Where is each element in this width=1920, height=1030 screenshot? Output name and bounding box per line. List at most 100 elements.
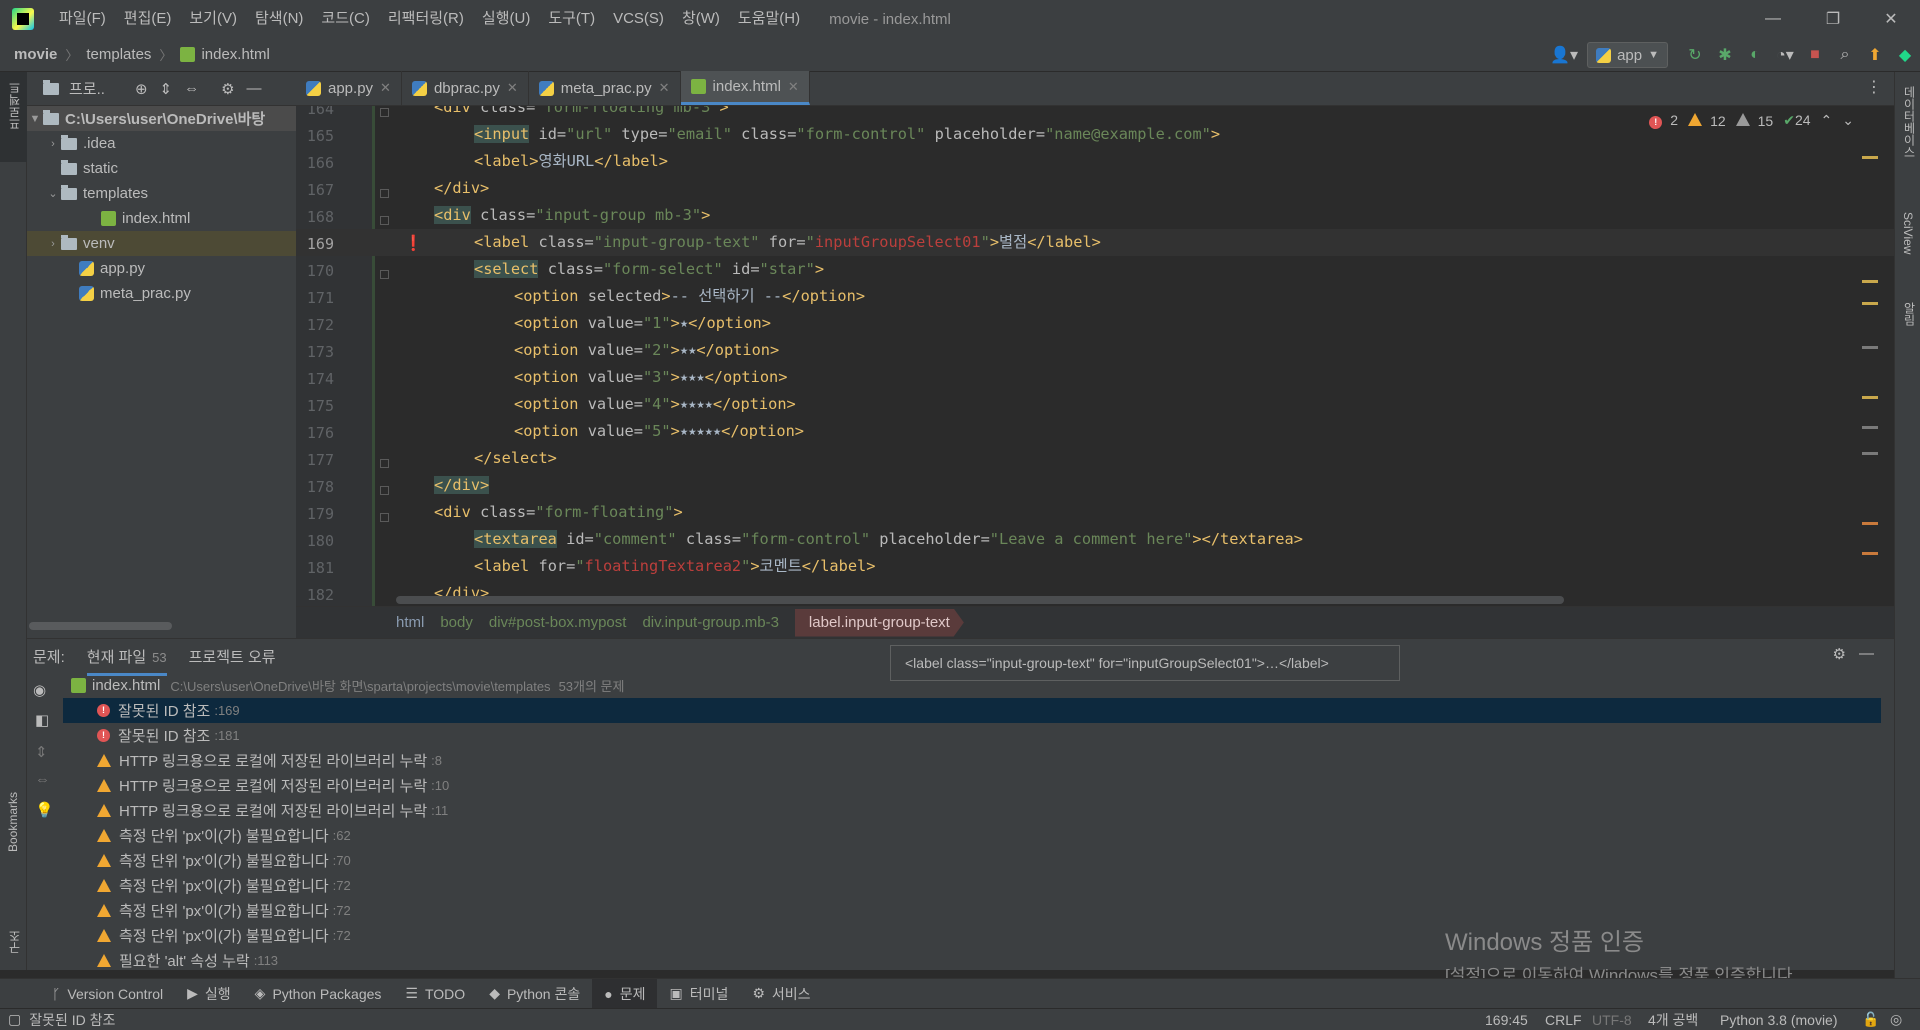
tool-run[interactable]: ▶ 실행 [175,979,243,1009]
menu-navigate[interactable]: 탐색(N) [246,0,312,38]
fold-marker-icon[interactable] [380,216,389,225]
menu-vcs[interactable]: VCS(S) [604,0,673,38]
problem-item[interactable]: 필요한 'alt' 속성 누락:113 [63,948,278,973]
tab-meta-prac-py[interactable]: meta_prac.py ✕ [529,71,681,105]
fold-marker-icon[interactable] [380,459,389,468]
eye-icon[interactable]: ◉ [33,681,46,699]
stripe-mark[interactable] [1862,396,1878,399]
stripe-mark[interactable] [1862,280,1878,283]
tree-item-app-py[interactable]: app.py [27,256,296,281]
close-icon[interactable]: ✕ [507,80,518,96]
preview-icon[interactable]: ◧ [35,711,49,729]
stripe-mark[interactable] [1862,302,1878,305]
profile-icon[interactable]: ◔▾ [1770,38,1800,72]
tree-item-static[interactable]: static [27,156,296,181]
stripe-mark[interactable] [1862,552,1878,555]
coverage-icon[interactable]: ◐ [1740,38,1770,72]
problem-item[interactable]: HTTP 링크용으로 로컬에 저장된 라이브러리 누락:10 [63,773,449,798]
problem-item[interactable]: 측정 단위 'px'이(가) 불필요합니다:62 [63,823,351,848]
tool-todo[interactable]: ☰ TODO [393,979,477,1009]
breadcrumb-label[interactable]: label.input-group-text [794,608,964,637]
stripe-mark[interactable] [1862,452,1878,455]
stripe-mark[interactable] [1862,522,1878,525]
tab-app-py[interactable]: app.py ✕ [296,71,402,105]
debug-icon[interactable]: ✱ [1710,38,1740,72]
bookmarks-tool-label[interactable]: Bookmarks [6,792,20,852]
file-encoding[interactable]: UTF-8 [1592,1012,1632,1028]
user-icon[interactable]: 👤▾ [1549,38,1579,72]
problem-item[interactable]: 측정 단위 'px'이(가) 불필요합니다:72 [63,873,351,898]
nav-file[interactable]: index.html [201,46,269,63]
close-window-button[interactable]: ✕ [1862,0,1920,38]
menu-code[interactable]: 코드(C) [312,0,378,38]
tab-project-errors[interactable]: 프로젝트 오류 [189,646,276,667]
update-icon[interactable]: ⬆ [1860,38,1890,72]
menu-tools[interactable]: 도구(T) [539,0,604,38]
tool-problems[interactable]: ● 문제 [592,978,658,1009]
fold-marker-icon[interactable] [380,486,389,495]
run-config-select[interactable]: app ▼ [1587,42,1668,68]
expand-all-icon[interactable]: ⇕ [35,743,48,761]
stripe-mark[interactable] [1862,426,1878,429]
tree-item-venv[interactable]: › venv [27,231,296,256]
nav-folder[interactable]: templates [86,46,151,63]
sciview-tool-label[interactable]: SciView [1901,212,1915,254]
menu-refactor[interactable]: 리팩터링(R) [379,0,473,38]
search-icon[interactable]: ⌕ [1830,38,1860,72]
jetbrains-icon[interactable]: ◆ [1890,38,1920,72]
tree-item-index-html[interactable]: index.html [27,206,296,231]
python-interpreter[interactable]: Python 3.8 (movie) [1720,1012,1838,1028]
lightbulb-icon[interactable]: 💡 [35,801,54,819]
chevron-down-icon[interactable]: ⌄ [1842,112,1854,129]
problem-item[interactable]: 측정 단위 'px'이(가) 불필요합니다:72 [63,923,351,948]
project-scrollbar[interactable] [29,622,172,630]
restore-button[interactable]: ❐ [1804,0,1862,38]
problem-item[interactable]: HTTP 링크용으로 로컬에 저장된 라이브러리 누락:11 [63,798,448,823]
hide-panel-icon[interactable]: — [247,80,262,97]
breadcrumb-body[interactable]: body [440,614,473,631]
gear-icon[interactable]: ⚙ [221,80,234,98]
problem-item[interactable]: 측정 단위 'px'이(가) 불필요합니다:70 [63,848,351,873]
tab-dbprac-py[interactable]: dbprac.py ✕ [402,71,529,105]
tab-current-file[interactable]: 현재 파일 53 [86,637,167,676]
menu-help[interactable]: 도움말(H) [729,0,809,38]
line-separator[interactable]: CRLF [1545,1012,1582,1028]
collapse-all-icon[interactable]: ⇔ [184,80,199,97]
stripe-mark[interactable] [1862,346,1878,349]
minimize-button[interactable]: — [1744,0,1802,38]
tool-terminal[interactable]: ▣ 터미널 [657,979,740,1009]
menu-view[interactable]: 보기(V) [180,0,246,38]
tree-item-templates[interactable]: ⌄ templates [27,181,296,206]
menu-run[interactable]: 실행(U) [473,0,539,38]
collapse-all-icon[interactable]: ⇔ [35,771,50,788]
error-gutter-icon[interactable]: ❗ [404,234,423,252]
tree-item-meta-prac-py[interactable]: meta_prac.py [27,281,296,306]
locate-icon[interactable]: ⊕ [135,80,148,98]
breadcrumb-div-input-group[interactable]: div.input-group.mb-3 [642,614,778,631]
close-icon[interactable]: ✕ [788,79,799,95]
expand-all-icon[interactable]: ⇕ [160,80,173,98]
problems-file-row[interactable]: index.html C:\Users\user\OneDrive\바탕 화면\… [71,673,624,698]
inspection-icon[interactable]: ◎ [1890,1011,1902,1028]
tool-python-packages[interactable]: ◈ Python Packages [243,979,394,1009]
notifications-tool-label[interactable]: 알림 [1901,302,1918,326]
fold-marker-icon[interactable] [380,513,389,522]
database-tool-label[interactable]: 데이터베이스 [1901,86,1918,158]
hide-panel-icon[interactable]: — [1859,645,1874,662]
menu-window[interactable]: 창(W) [673,0,729,38]
structure-tool-label[interactable]: 구조 [6,930,23,954]
indent-setting[interactable]: 4개 공백 [1648,1010,1698,1030]
stop-icon[interactable]: ■ [1800,38,1830,72]
problem-item[interactable]: HTTP 링크용으로 로컬에 저장된 라이브러리 누락:8 [63,748,442,773]
menu-file[interactable]: 파일(F) [50,0,115,38]
chevron-up-icon[interactable]: ⌃ [1821,112,1833,129]
fold-marker-icon[interactable] [380,108,389,117]
tree-item-root[interactable]: ▼ C:\Users\user\OneDrive\바탕 [27,106,296,131]
nav-project[interactable]: movie [14,46,57,63]
stripe-mark[interactable] [1862,156,1878,159]
more-tabs-icon[interactable]: ⋮ [1854,77,1894,105]
tool-python-console[interactable]: ◆ Python 콘솔 [477,979,592,1009]
fold-marker-icon[interactable] [380,189,389,198]
close-icon[interactable]: ✕ [380,80,391,96]
lock-icon[interactable]: 🔓 [1862,1011,1879,1028]
